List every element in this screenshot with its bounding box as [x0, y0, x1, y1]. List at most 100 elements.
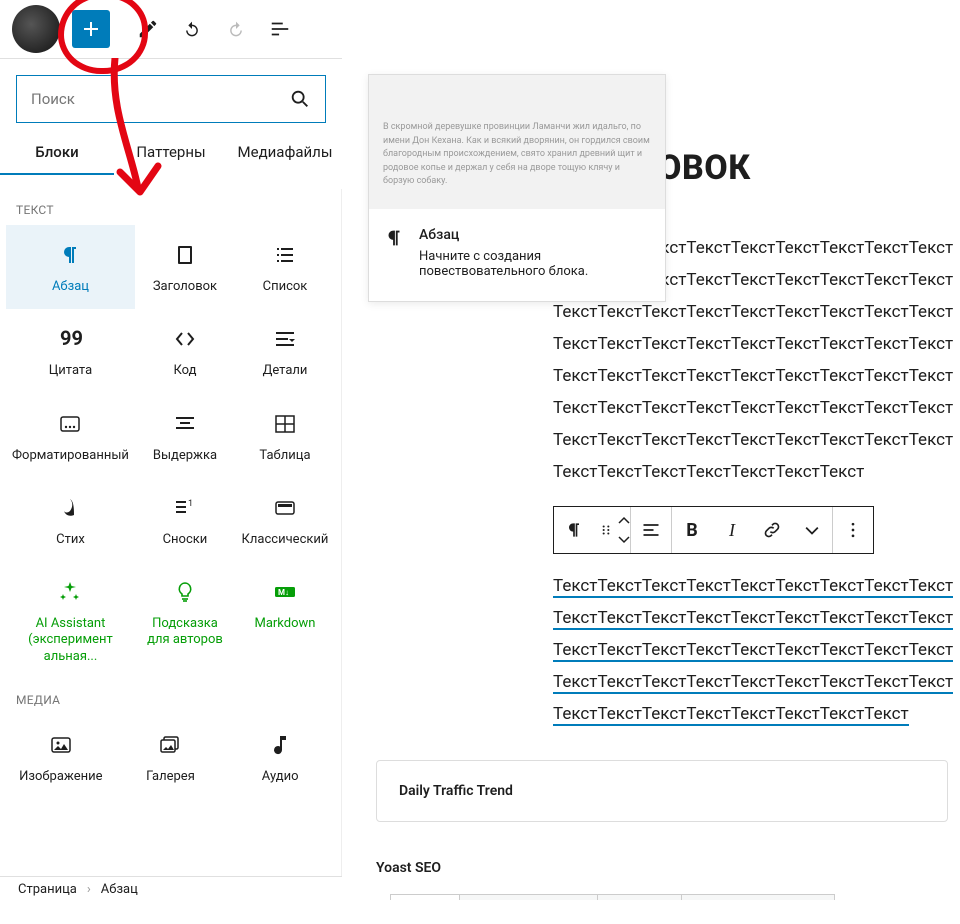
block-item-gallery[interactable]: Галерея — [116, 715, 226, 799]
redo-button[interactable] — [222, 15, 250, 43]
yoast-tab-social[interactable]: Социальные сети — [682, 895, 834, 900]
block-item-label: Классический — [242, 532, 329, 548]
block-item-classic[interactable]: Классический — [235, 478, 335, 562]
svg-text:M↓: M↓ — [278, 588, 289, 597]
editor-topbar — [0, 0, 960, 58]
code-icon — [171, 325, 199, 353]
tab-patterns[interactable]: Паттерны — [114, 131, 228, 175]
hint-icon — [171, 578, 199, 606]
block-item-label: Markdown — [254, 616, 315, 632]
block-item-details[interactable]: Детали — [235, 309, 335, 393]
block-item-paragraph[interactable]: Абзац — [6, 225, 135, 309]
block-item-label: Аудио — [262, 769, 299, 785]
block-preview-card: В скромной деревушке провинции Ламанчи ж… — [368, 74, 666, 302]
gallery-icon — [156, 731, 184, 759]
block-item-label: Абзац — [52, 279, 89, 295]
block-item-image[interactable]: Изображение — [6, 715, 116, 799]
breadcrumb: Страница › Абзац — [0, 876, 342, 902]
yoast-heading: Yoast SEO — [376, 860, 441, 876]
breadcrumb-current[interactable]: Абзац — [101, 882, 138, 897]
block-item-label: Подсказка для авторов — [141, 616, 229, 649]
outline-button[interactable] — [266, 15, 294, 43]
block-search[interactable] — [16, 75, 326, 123]
footnotes-icon: 1 — [171, 494, 199, 522]
ai-icon — [56, 578, 84, 606]
block-item-verse[interactable]: Стих — [6, 478, 135, 562]
table-icon — [271, 410, 299, 438]
markdown-icon: M↓ — [271, 578, 299, 606]
editor-canvas[interactable]: В скромной деревушке провинции Ламанчи ж… — [348, 58, 960, 900]
inserter-panel: Блоки Паттерны Медиафайлы ТЕКСТ Абзац Заго… — [0, 58, 342, 902]
block-list-scroll[interactable]: ТЕКСТ Абзац Заголовок Список 99 Цитата Код Дета… — [0, 189, 342, 876]
yoast-tab-readability[interactable]: Читабельность — [460, 895, 598, 900]
chevron-right-icon: › — [87, 882, 91, 897]
heading-icon — [171, 241, 199, 269]
block-toolbar: B I — [553, 506, 874, 554]
preview-desc: Начните с создания повествовательного бл… — [419, 249, 588, 279]
yoast-tab-schema[interactable]: Схема — [598, 895, 681, 900]
verse-icon — [56, 494, 84, 522]
block-item-quote[interactable]: 99 Цитата — [6, 309, 135, 393]
preformatted-icon — [56, 410, 84, 438]
block-item-heading[interactable]: Заголовок — [135, 225, 235, 309]
section-label: ТЕКСТ — [0, 189, 341, 225]
block-type-button[interactable] — [554, 507, 594, 553]
svg-text:99: 99 — [60, 327, 82, 350]
traffic-widget[interactable]: Daily Traffic Trend — [376, 760, 948, 822]
add-block-button[interactable] — [72, 10, 110, 48]
details-icon — [271, 325, 299, 353]
block-item-ai[interactable]: AI Assistant (эксперимент альная... — [6, 562, 135, 679]
edit-mode-icon[interactable] — [134, 15, 162, 43]
search-input[interactable] — [31, 90, 289, 108]
inserter-tabs: Блоки Паттерны Медиафайлы — [0, 131, 342, 175]
block-item-table[interactable]: Таблица — [235, 394, 335, 478]
block-item-label: Заголовок — [153, 279, 217, 295]
move-up-button[interactable] — [618, 512, 630, 530]
yoast-tab-seo[interactable]: SEO — [391, 895, 460, 900]
block-item-label: Выдержка — [153, 448, 217, 464]
quote-icon: 99 — [56, 325, 84, 353]
page-heading[interactable]: ОВОК — [658, 148, 751, 188]
block-item-label: Детали — [263, 363, 308, 379]
search-icon — [289, 88, 311, 110]
block-item-footnotes[interactable]: 1Сноски — [135, 478, 235, 562]
block-item-label: Цитата — [49, 363, 92, 379]
block-item-label: Код — [173, 363, 196, 379]
block-item-hint[interactable]: Подсказка для авторов — [135, 562, 235, 679]
pilcrow-icon — [383, 227, 405, 279]
italic-button[interactable]: I — [712, 507, 752, 553]
block-item-pullquote[interactable]: Выдержка — [135, 394, 235, 478]
block-item-label: Изображение — [19, 769, 102, 785]
block-item-list[interactable]: Список — [235, 225, 335, 309]
section-label: МЕДИА — [0, 679, 341, 715]
paragraph-icon — [56, 241, 84, 269]
widget-title: Daily Traffic Trend — [399, 783, 513, 799]
align-button[interactable] — [631, 507, 671, 553]
preview-sample: В скромной деревушке провинции Ламанчи ж… — [369, 75, 665, 209]
block-item-audio[interactable]: Аудио — [225, 715, 335, 799]
more-format-button[interactable] — [792, 507, 832, 553]
link-button[interactable] — [752, 507, 792, 553]
block-item-code[interactable]: Код — [135, 309, 235, 393]
classic-icon — [271, 494, 299, 522]
preview-title: Абзац — [419, 227, 651, 243]
block-item-markdown[interactable]: M↓ Markdown — [235, 562, 335, 679]
block-item-label: Список — [263, 279, 308, 295]
bold-button[interactable]: B — [672, 507, 712, 553]
undo-button[interactable] — [178, 15, 206, 43]
site-avatar[interactable] — [12, 5, 60, 53]
move-down-button[interactable] — [618, 530, 630, 548]
tab-media[interactable]: Медиафайлы — [228, 131, 342, 175]
svg-text:1: 1 — [188, 499, 193, 509]
image-icon — [47, 731, 75, 759]
breadcrumb-root[interactable]: Страница — [18, 882, 77, 897]
drag-handle[interactable] — [594, 507, 618, 553]
pullquote-icon — [171, 410, 199, 438]
block-item-preformatted[interactable]: Форматированный — [6, 394, 135, 478]
yoast-tabs: SEO Читабельность Схема Социальные сети — [390, 894, 835, 900]
tab-blocks[interactable]: Блоки — [0, 131, 114, 175]
paragraph-block-2[interactable]: ТекстТекстТекстТекстТекстТекстТекстТекст… — [553, 570, 960, 730]
list-icon — [271, 241, 299, 269]
block-options-button[interactable] — [833, 507, 873, 553]
block-item-label: Форматированный — [12, 448, 129, 464]
